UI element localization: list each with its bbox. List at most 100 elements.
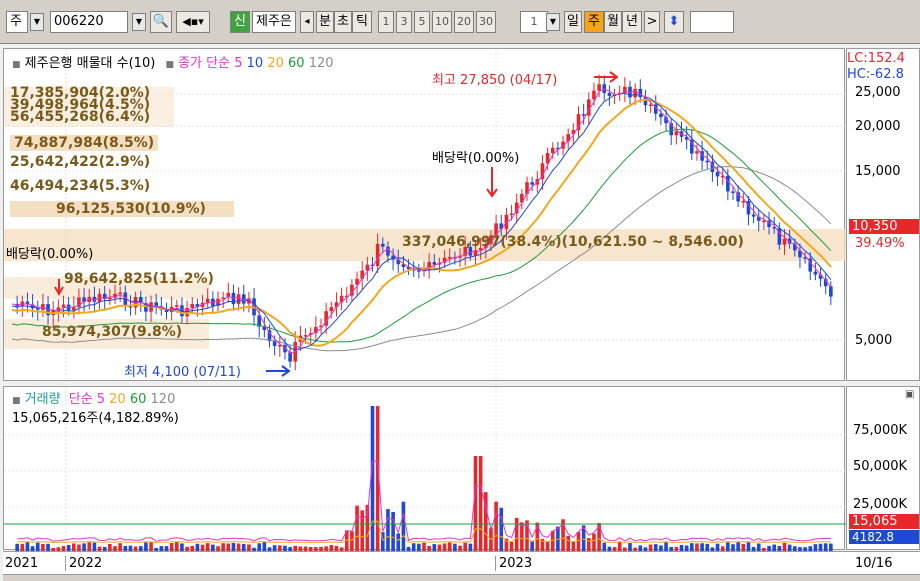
volume-bar [411, 543, 416, 551]
volume-bar [602, 542, 607, 551]
volume-bar [566, 535, 570, 551]
volume-chart-pane[interactable]: ■ 거래량 단순 5 20 60 120 15,065,216주(4,182.8… [3, 386, 846, 551]
volume-bar [736, 542, 740, 551]
volume-bar [700, 543, 704, 551]
candle-body [272, 341, 277, 346]
close-pane-icon[interactable]: ▣ [905, 389, 914, 400]
volume-bar [355, 505, 359, 551]
timeframe-year[interactable]: 년 [622, 11, 642, 33]
interval-1[interactable]: 1 [378, 11, 394, 33]
volume-bar [257, 543, 261, 551]
period-minute[interactable]: 분 [316, 11, 334, 33]
speaker-icon[interactable]: ◀▪▾ [176, 11, 210, 33]
volume-bar [726, 542, 730, 551]
volume-bar [813, 544, 818, 551]
market-select[interactable]: 주 [6, 11, 28, 33]
interval-5[interactable]: 5 [414, 11, 430, 33]
prev-period-button[interactable]: ◂ [300, 11, 314, 33]
interval-20[interactable]: 20 [454, 11, 474, 33]
current-volume-pct-badge: 4182.8 [849, 530, 919, 544]
volume-bar [715, 543, 720, 551]
credit-badge[interactable]: 신 [230, 11, 250, 33]
volume-bar [422, 542, 426, 551]
volume-bar [494, 501, 498, 551]
sort-icon[interactable]: ⬍ [664, 11, 684, 33]
price-legend-ma20: 20 [267, 56, 284, 71]
volume-bar [92, 542, 97, 551]
volume-legend-ma20: 20 [109, 392, 126, 407]
candle-body [236, 294, 241, 305]
price-tick: 5,000 [855, 333, 893, 348]
stock-name-field[interactable]: 제주은 [252, 11, 296, 33]
volume-bar [108, 543, 112, 551]
interval-dropdown-icon[interactable]: ▼ [546, 13, 560, 31]
timeframe-day[interactable]: 일 [564, 11, 582, 33]
period-second[interactable]: 초 [334, 11, 352, 33]
candle-body [607, 92, 612, 96]
volume-bar [617, 542, 622, 551]
price-tick: 25,000 [855, 85, 901, 100]
volume-bar [550, 530, 555, 551]
market-dropdown-icon[interactable]: ▼ [30, 13, 44, 31]
interval-3[interactable]: 3 [396, 11, 412, 33]
price-legend-ma120: 120 [308, 56, 334, 71]
volume-bar [247, 544, 251, 551]
volume-profile-label: 25,642,422(2.9%) [10, 154, 151, 170]
candle-body [175, 305, 179, 307]
ma5-line [11, 88, 832, 354]
stock-code-input[interactable]: 006220 [50, 11, 128, 33]
volume-profile-label: 337,046,997(38.4%)(10,621.50 ~ 8,546.00) [402, 234, 744, 250]
stock-chart-window: { "toolbar": { "market_select": "주", "st… [0, 0, 920, 581]
timeframe-week[interactable]: 주 [584, 11, 604, 33]
search-icon[interactable]: 🔍 [150, 11, 172, 33]
volume-bar [478, 456, 483, 551]
volume-bar [432, 544, 437, 551]
extra-input[interactable] [690, 11, 734, 33]
price-tick: 20,000 [855, 119, 901, 134]
interval-input[interactable]: 1 [520, 11, 548, 33]
volume-bar [391, 512, 395, 551]
candle-body [108, 297, 112, 300]
candle-body [659, 113, 663, 118]
price-axis: LC:152.4 HC:-62.8 25,000 20,000 15,000 5… [846, 48, 920, 381]
candle-body [762, 220, 766, 223]
interval-10[interactable]: 10 [432, 11, 452, 33]
next-period-button[interactable]: > [644, 11, 660, 33]
low-price-label: 최저 4,100 (07/11) [124, 365, 242, 380]
candle-body [705, 160, 710, 163]
volume-bar [741, 543, 746, 551]
volume-bar [175, 542, 179, 551]
horizontal-scrollbar[interactable] [3, 574, 920, 581]
candle-body [695, 151, 699, 154]
volume-bar [226, 543, 231, 551]
candle-body [329, 307, 334, 312]
volume-ma5-line [17, 460, 831, 542]
volume-bar [653, 544, 658, 551]
candle-body [751, 214, 756, 217]
candle-body [61, 304, 66, 308]
candle-body [602, 84, 607, 93]
period-tick[interactable]: 틱 [352, 11, 372, 33]
price-tick: 15,000 [855, 164, 901, 179]
volume-bar [350, 531, 354, 551]
price-legend-ma10: 10 [246, 56, 264, 71]
stock-code-dropdown-icon[interactable]: ▼ [132, 13, 146, 31]
price-chart-pane[interactable]: ■ 제주은행 매물대 수(10) ■ 종가 단순 5 10 20 60 120 … [3, 48, 904, 382]
date-axis: 2021 2022 2023 10/16 [3, 551, 920, 581]
volume-bar [746, 542, 751, 551]
candle-body [581, 114, 586, 116]
candle-body [35, 308, 40, 310]
ex-dividend-label: 배당락(0.00%) [6, 247, 94, 262]
timeframe-month[interactable]: 월 [604, 11, 622, 33]
volume-bar [401, 501, 406, 551]
toolbar: 주 ▼ 006220 ▼ 🔍 ◀▪▾ 신 제주은 ◂ 분 초 틱 1 3 5 1… [0, 0, 920, 44]
volume-profile-label: 98,642,825(11.2%) [64, 271, 214, 287]
high-arrow-icon [594, 71, 619, 83]
volume-bar [520, 522, 524, 551]
candle-body [597, 84, 601, 91]
volume-bar [417, 543, 421, 551]
interval-30[interactable]: 30 [476, 11, 496, 33]
volume-bar [41, 544, 45, 551]
volume-bar [149, 542, 153, 551]
volume-bar [205, 543, 210, 551]
